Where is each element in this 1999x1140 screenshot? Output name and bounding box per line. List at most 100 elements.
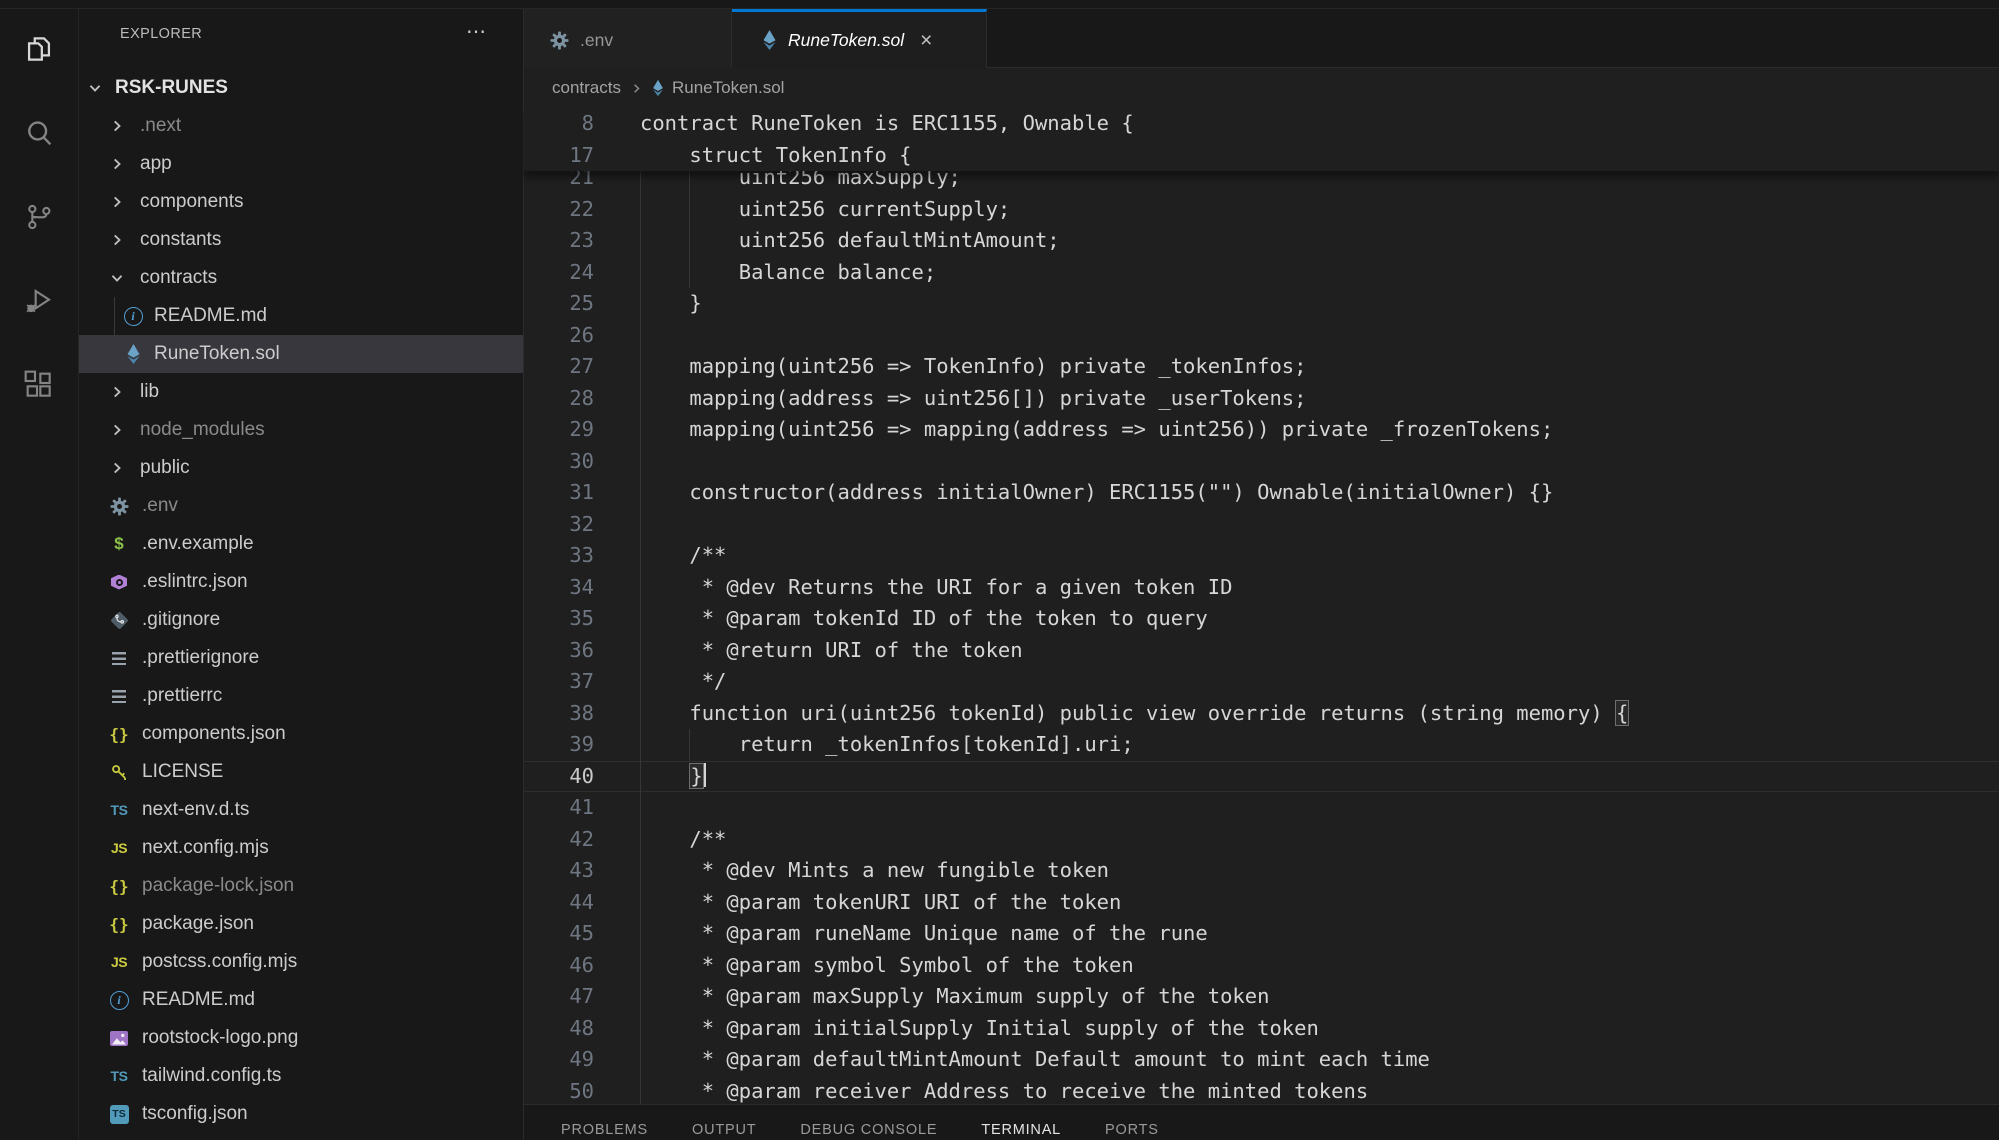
run-debug-icon[interactable] xyxy=(15,277,63,325)
code-line-8[interactable]: 8contract RuneToken is ERC1155, Ownable … xyxy=(524,108,1999,140)
code-line-39[interactable]: 39 return _tokenInfos[tokenId].uri; xyxy=(524,729,1999,761)
more-actions-icon[interactable]: ⋯ xyxy=(466,19,488,44)
code-line-34[interactable]: 34 * @dev Returns the URI for a given to… xyxy=(524,572,1999,604)
code-line-44[interactable]: 44 * @param tokenURI URI of the token xyxy=(524,887,1999,919)
code-line-29[interactable]: 29 mapping(uint256 => mapping(address =>… xyxy=(524,414,1999,446)
panel-tab-output[interactable]: OUTPUT xyxy=(692,1122,756,1138)
panel-tab-ports[interactable]: PORTS xyxy=(1105,1122,1159,1138)
line-number: 17 xyxy=(524,140,594,172)
tree-item-tailwind-config-ts[interactable]: TStailwind.config.ts xyxy=(79,1057,523,1095)
indent-guide xyxy=(640,320,641,352)
tree-item-license[interactable]: LICENSE xyxy=(79,753,523,791)
code-line-48[interactable]: 48 * @param initialSupply Initial supply… xyxy=(524,1013,1999,1045)
code-line-38[interactable]: 38 function uri(uint256 tokenId) public … xyxy=(524,698,1999,730)
tree-item-label: postcss.config.mjs xyxy=(142,951,297,973)
code-line-32[interactable]: 32 xyxy=(524,509,1999,541)
tree-item-label: lib xyxy=(140,381,159,403)
code-line-27[interactable]: 27 mapping(uint256 => TokenInfo) private… xyxy=(524,351,1999,383)
tree-item-tsconfig-json[interactable]: TStsconfig.json xyxy=(79,1095,523,1133)
tree-item--prettierrc[interactable]: .prettierrc xyxy=(79,677,523,715)
code-line-33[interactable]: 33 /** xyxy=(524,540,1999,572)
search-icon[interactable] xyxy=(15,109,63,157)
tree-item-label: .prettierrc xyxy=(142,685,222,707)
line-number: 25 xyxy=(524,288,594,320)
indent-guide xyxy=(640,509,641,541)
tree-item-readme-md[interactable]: iREADME.md xyxy=(79,981,523,1019)
extensions-icon[interactable] xyxy=(15,361,63,409)
panel-tab-debug-console[interactable]: DEBUG CONSOLE xyxy=(800,1122,937,1138)
tree-item-app[interactable]: app xyxy=(79,145,523,183)
code-line-36[interactable]: 36 * @return URI of the token xyxy=(524,635,1999,667)
code-line-37[interactable]: 37 */ xyxy=(524,666,1999,698)
tree-item--next[interactable]: .next xyxy=(79,107,523,145)
code-line-26[interactable]: 26 xyxy=(524,320,1999,352)
code-text: uint256 currentSupply; xyxy=(640,194,1010,226)
tree-item-label: .eslintrc.json xyxy=(142,571,248,593)
code-line-28[interactable]: 28 mapping(address => uint256[]) private… xyxy=(524,383,1999,415)
code-line-23[interactable]: 23 uint256 defaultMintAmount; xyxy=(524,225,1999,257)
panel-tab-terminal[interactable]: TERMINAL xyxy=(981,1122,1061,1138)
explorer-icon[interactable] xyxy=(15,25,63,73)
tree-item-components[interactable]: components xyxy=(79,183,523,221)
current-line-highlight xyxy=(524,761,1999,793)
tree-item-label: .next xyxy=(140,115,181,137)
code-line-25[interactable]: 25 } xyxy=(524,288,1999,320)
sticky-scroll: 8contract RuneToken is ERC1155, Ownable … xyxy=(524,108,1999,171)
code-line-31[interactable]: 31 constructor(address initialOwner) ERC… xyxy=(524,477,1999,509)
chevron-right-icon xyxy=(109,156,125,172)
tree-item-node-modules[interactable]: node_modules xyxy=(79,411,523,449)
tree-item-package-lock-json[interactable]: {}package-lock.json xyxy=(79,867,523,905)
tree-item--eslintrc-json[interactable]: .eslintrc.json xyxy=(79,563,523,601)
line-number: 24 xyxy=(524,257,594,289)
tree-item-contracts[interactable]: contracts xyxy=(79,259,523,297)
code-line-47[interactable]: 47 * @param maxSupply Maximum supply of … xyxy=(524,981,1999,1013)
tree-item-package-json[interactable]: {}package.json xyxy=(79,905,523,943)
title-bar-strip xyxy=(0,0,1999,9)
code-line-35[interactable]: 35 * @param tokenId ID of the token to q… xyxy=(524,603,1999,635)
code-line-41[interactable]: 41 xyxy=(524,792,1999,824)
tree-item-label: README.md xyxy=(154,305,267,327)
code-line-46[interactable]: 46 * @param symbol Symbol of the token xyxy=(524,950,1999,982)
tree-item-next-config-mjs[interactable]: JSnext.config.mjs xyxy=(79,829,523,867)
tree-item-readme-md[interactable]: iREADME.md xyxy=(79,297,523,335)
tree-item-label: LICENSE xyxy=(142,761,223,783)
info-icon: i xyxy=(107,988,131,1012)
file-tree: RSK-RUNES .next app componentsconstantscont… xyxy=(79,69,523,1133)
code-editor[interactable]: 21 uint256 maxSupply;22 uint256 currentS… xyxy=(524,9,1999,1140)
code-line-17[interactable]: 17 struct TokenInfo { xyxy=(524,140,1999,172)
tree-item--gitignore[interactable]: .gitignore xyxy=(79,601,523,639)
line-number: 50 xyxy=(524,1076,594,1108)
tree-item-label: app xyxy=(140,153,172,175)
line-number: 49 xyxy=(524,1044,594,1076)
code-line-24[interactable]: 24 Balance balance; xyxy=(524,257,1999,289)
line-number: 33 xyxy=(524,540,594,572)
tree-item-constants[interactable]: constants xyxy=(79,221,523,259)
tree-item-label: package.json xyxy=(142,913,254,935)
source-control-icon[interactable] xyxy=(15,193,63,241)
js-icon: JS xyxy=(107,950,131,974)
line-number: 28 xyxy=(524,383,594,415)
code-line-49[interactable]: 49 * @param defaultMintAmount Default am… xyxy=(524,1044,1999,1076)
code-line-50[interactable]: 50 * @param receiver Address to receive … xyxy=(524,1076,1999,1108)
tree-item-label: .prettierignore xyxy=(142,647,259,669)
code-line-30[interactable]: 30 xyxy=(524,446,1999,478)
code-line-45[interactable]: 45 * @param runeName Unique name of the … xyxy=(524,918,1999,950)
tree-item--env[interactable]: .env xyxy=(79,487,523,525)
code-text: * @param receiver Address to receive the… xyxy=(640,1076,1368,1108)
chevron-right-icon xyxy=(109,384,125,400)
tree-item-next-env-d-ts[interactable]: TSnext-env.d.ts xyxy=(79,791,523,829)
code-line-22[interactable]: 22 uint256 currentSupply; xyxy=(524,194,1999,226)
code-line-42[interactable]: 42 /** xyxy=(524,824,1999,856)
tree-item--env-example[interactable]: $.env.example xyxy=(79,525,523,563)
tree-item-lib[interactable]: lib xyxy=(79,373,523,411)
tree-item-runetoken-sol[interactable]: RuneToken.sol xyxy=(79,335,523,373)
code-line-43[interactable]: 43 * @dev Mints a new fungible token xyxy=(524,855,1999,887)
tree-item-postcss-config-mjs[interactable]: JS postcss.config.mjs xyxy=(79,943,523,981)
tree-item-public[interactable]: public xyxy=(79,449,523,487)
panel-tab-problems[interactable]: PROBLEMS xyxy=(561,1122,648,1138)
code-line-40[interactable]: 40 } xyxy=(524,761,1999,793)
tree-item-rsk-runes[interactable]: RSK-RUNES xyxy=(79,69,523,107)
tree-item-rootstock-logo-png[interactable]: rootstock-logo.png xyxy=(79,1019,523,1057)
tree-item-components-json[interactable]: {}components.json xyxy=(79,715,523,753)
tree-item--prettierignore[interactable]: .prettierignore xyxy=(79,639,523,677)
